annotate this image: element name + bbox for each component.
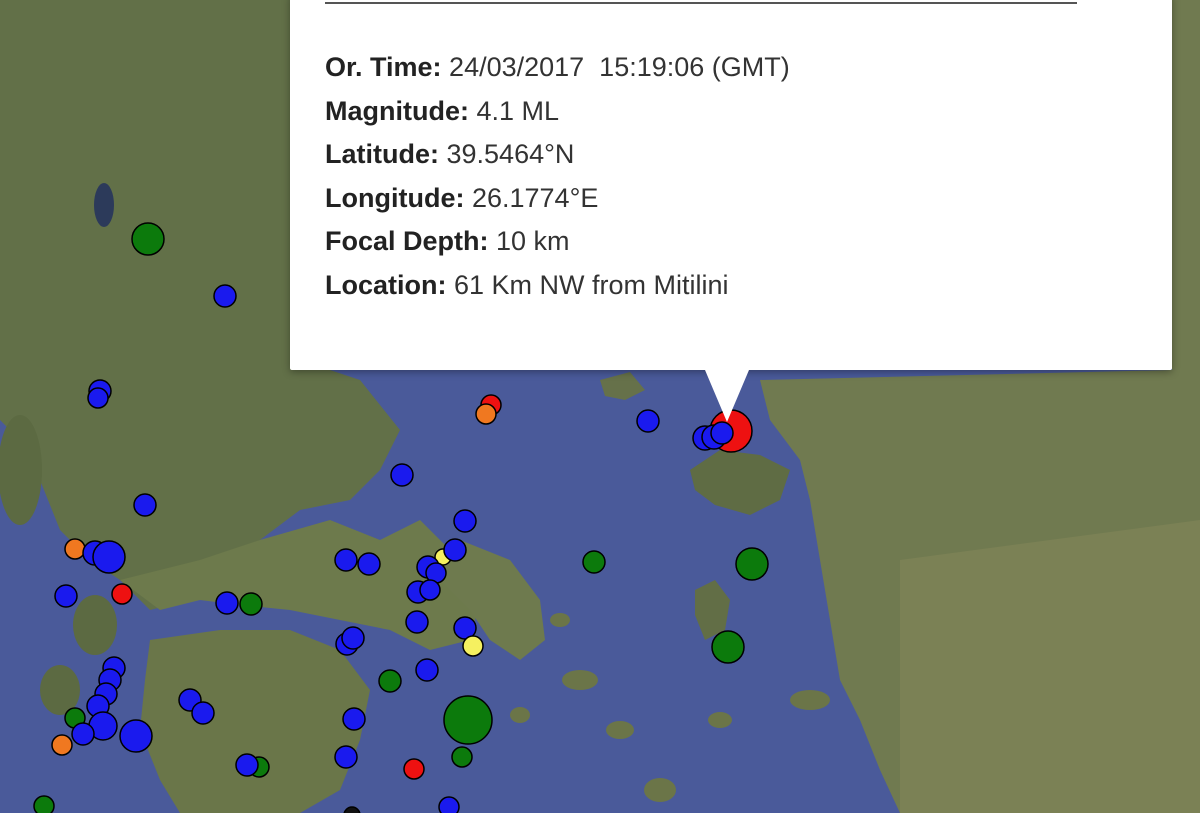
island — [708, 712, 732, 728]
island — [562, 670, 598, 690]
island — [644, 778, 676, 802]
quake-marker[interactable] — [438, 796, 460, 813]
island-corfu — [0, 415, 42, 525]
quake-marker[interactable] — [92, 540, 126, 574]
quake-marker[interactable] — [419, 579, 441, 601]
island — [790, 690, 830, 710]
quake-marker[interactable] — [451, 746, 473, 768]
quake-marker[interactable] — [342, 707, 366, 731]
quake-marker[interactable] — [582, 550, 606, 574]
longitude-row: Longitude: 26.1774°E — [325, 182, 599, 213]
quake-marker[interactable] — [191, 701, 215, 725]
quake-marker[interactable] — [735, 547, 769, 581]
location-row: Location: 61 Km NW from Mitilini — [325, 269, 729, 300]
quake-marker[interactable] — [71, 722, 95, 746]
quake-marker[interactable] — [462, 635, 484, 657]
focal-depth-row: Focal Depth: 10 km — [325, 226, 570, 257]
quake-marker[interactable] — [131, 222, 165, 256]
quake-marker[interactable] — [334, 548, 358, 572]
info-popup: Or. Time: 24/03/2017 15:19:06 (GMT) Magn… — [290, 0, 1172, 370]
quake-marker[interactable] — [213, 284, 237, 308]
quake-marker[interactable] — [215, 591, 239, 615]
quake-marker[interactable] — [403, 758, 425, 780]
popup-divider — [325, 2, 1077, 4]
latitude-row: Latitude: 39.5464°N — [325, 139, 575, 170]
quake-marker[interactable] — [443, 538, 467, 562]
quake-marker[interactable] — [119, 719, 153, 753]
quake-marker[interactable] — [390, 463, 414, 487]
island — [550, 613, 570, 627]
quake-marker[interactable] — [636, 409, 660, 433]
magnitude-row: Magnitude: 4.1 ML — [325, 95, 560, 126]
quake-marker[interactable] — [334, 745, 358, 769]
quake-marker[interactable] — [415, 658, 439, 682]
lake — [94, 183, 114, 227]
quake-marker[interactable] — [111, 583, 133, 605]
quake-marker[interactable] — [64, 538, 86, 560]
island — [606, 721, 634, 739]
quake-marker[interactable] — [453, 509, 477, 533]
popup-pointer — [705, 370, 749, 422]
quake-marker[interactable] — [33, 795, 55, 813]
quake-marker[interactable] — [378, 669, 402, 693]
quake-marker[interactable] — [341, 626, 365, 650]
quake-marker[interactable] — [405, 610, 429, 634]
quake-marker[interactable] — [87, 387, 109, 409]
quake-marker[interactable] — [710, 421, 734, 445]
origin-time-row: Or. Time: 24/03/2017 15:19:06 (GMT) — [325, 52, 790, 82]
quake-marker[interactable] — [475, 403, 497, 425]
quake-marker[interactable] — [443, 695, 493, 745]
quake-marker[interactable] — [133, 493, 157, 517]
popup-details: Or. Time: 24/03/2017 15:19:06 (GMT) Magn… — [325, 46, 790, 308]
land-anatolia-south — [900, 520, 1200, 813]
land-peloponnese — [140, 630, 370, 813]
quake-marker[interactable] — [239, 592, 263, 616]
quake-marker[interactable] — [51, 734, 73, 756]
quake-marker[interactable] — [711, 630, 745, 664]
quake-marker[interactable] — [54, 584, 78, 608]
quake-marker[interactable] — [357, 552, 381, 576]
island — [510, 707, 530, 723]
island-kefalonia — [73, 595, 117, 655]
quake-marker[interactable] — [235, 753, 259, 777]
